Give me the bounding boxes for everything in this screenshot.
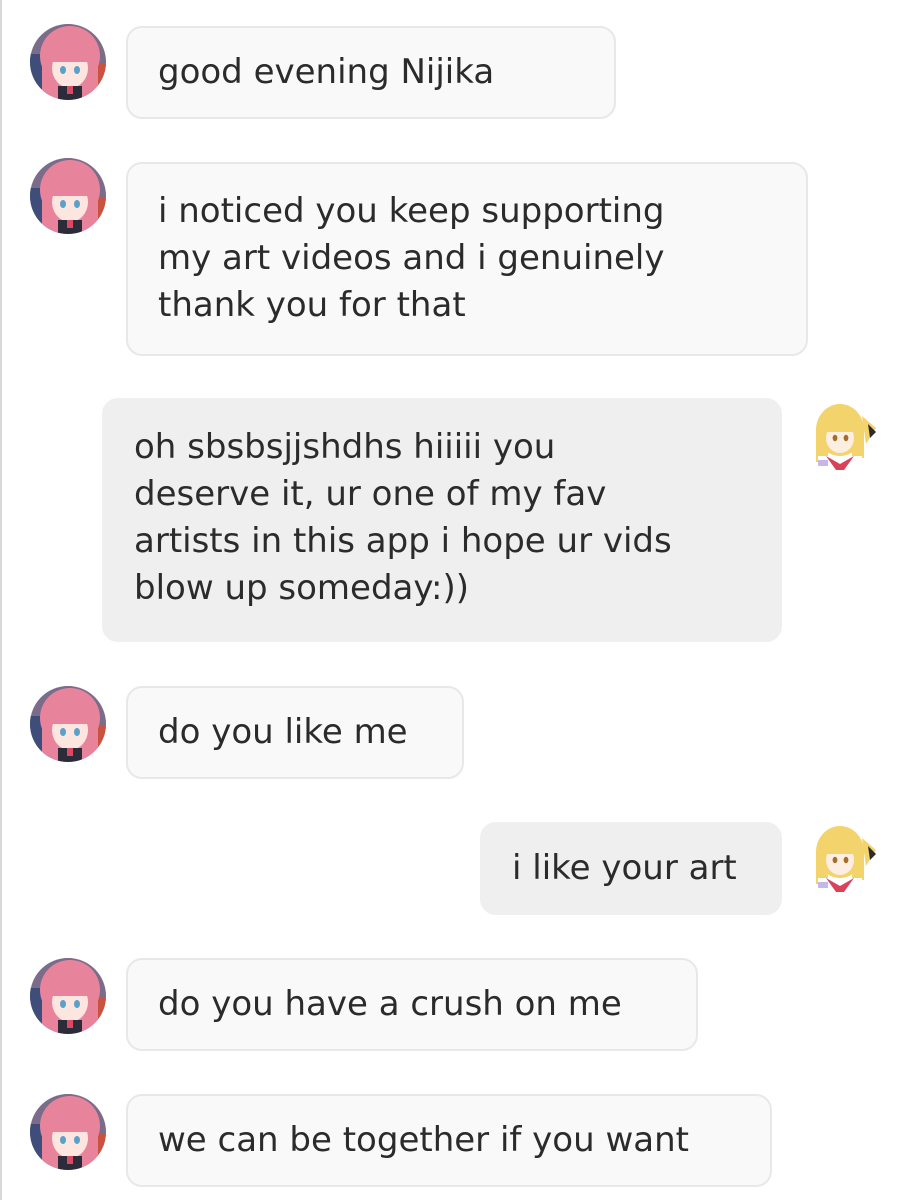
message-text: do you have a crush on me (158, 984, 622, 1024)
incoming-message-bubble[interactable]: do you have a crush on me (126, 958, 698, 1051)
left-border (0, 0, 2, 1200)
blonde-hair-avatar-icon (804, 398, 880, 474)
self-avatar[interactable] (804, 398, 880, 474)
message-text: i noticed you keep supporting my art vid… (158, 191, 665, 325)
incoming-message-bubble[interactable]: good evening Nijika (126, 26, 616, 119)
other-user-avatar[interactable] (30, 158, 106, 234)
other-user-avatar[interactable] (30, 958, 106, 1034)
incoming-message-bubble[interactable]: i noticed you keep supporting my art vid… (126, 162, 808, 356)
pink-hair-avatar-icon (30, 158, 106, 234)
message-text: good evening Nijika (158, 52, 495, 92)
pink-hair-avatar-icon (30, 1094, 106, 1170)
incoming-message-bubble[interactable]: we can be together if you want (126, 1094, 772, 1187)
message-text: i like your art (512, 848, 737, 888)
message-text: oh sbsbsjjshdhs hiiiii you deserve it, u… (134, 427, 672, 608)
pink-hair-avatar-icon (30, 958, 106, 1034)
self-avatar[interactable] (804, 820, 880, 896)
other-user-avatar[interactable] (30, 24, 106, 100)
incoming-message-bubble[interactable]: do you like me (126, 686, 464, 779)
message-text: we can be together if you want (158, 1120, 689, 1160)
other-user-avatar[interactable] (30, 686, 106, 762)
outgoing-message-bubble[interactable]: i like your art (480, 822, 782, 915)
blonde-hair-avatar-icon (804, 820, 880, 896)
other-user-avatar[interactable] (30, 1094, 106, 1170)
message-text: do you like me (158, 712, 408, 752)
pink-hair-avatar-icon (30, 24, 106, 100)
pink-hair-avatar-icon (30, 686, 106, 762)
outgoing-message-bubble[interactable]: oh sbsbsjjshdhs hiiiii you deserve it, u… (102, 398, 782, 642)
